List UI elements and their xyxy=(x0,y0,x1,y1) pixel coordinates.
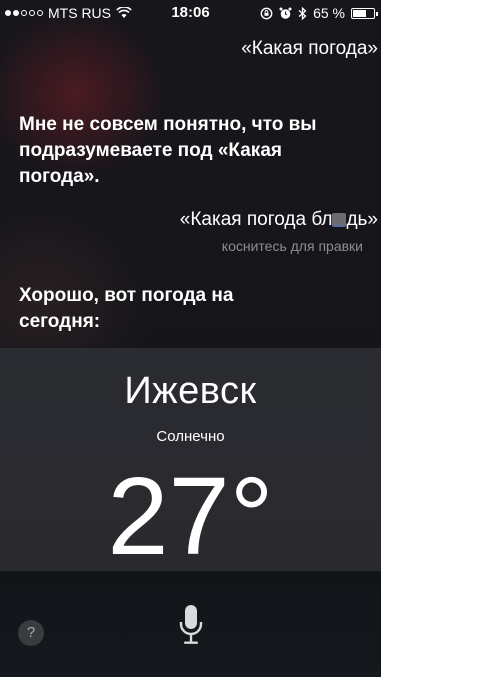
status-bar: MTS RUS 18:06 65 % xyxy=(0,0,381,24)
weather-city: Ижевск xyxy=(124,370,257,412)
battery-icon xyxy=(351,7,378,19)
weather-temperature: 27° xyxy=(107,455,274,578)
bluetooth-icon xyxy=(298,6,307,20)
user-query-2-start: «Какая погода бл xyxy=(179,209,333,230)
weather-condition: Солнечно xyxy=(156,428,225,445)
tap-to-edit-hint[interactable]: коснитесь для правки xyxy=(222,238,363,254)
user-query-1[interactable]: «Какая погода» xyxy=(241,38,378,60)
alarm-icon xyxy=(279,7,292,19)
battery-fill xyxy=(353,9,366,17)
rotation-lock-icon xyxy=(260,7,273,19)
help-button[interactable]: ? xyxy=(18,620,44,646)
status-right: 65 % xyxy=(260,5,378,21)
user-query-2[interactable]: «Какая погода бл дь» xyxy=(180,209,378,231)
user-query-2-end: дь» xyxy=(346,209,378,230)
siri-screen: MTS RUS 18:06 65 % «Какая погода» Мне не… xyxy=(0,0,381,677)
battery-percent: 65 % xyxy=(313,5,345,21)
microphone-icon[interactable] xyxy=(178,604,204,648)
siri-reply-1: Мне не совсем понятно, что вы подразумев… xyxy=(19,114,317,187)
siri-reply-2: Хорошо, вот погода на сегодня: xyxy=(19,285,234,332)
censored-word-mark xyxy=(332,212,347,227)
